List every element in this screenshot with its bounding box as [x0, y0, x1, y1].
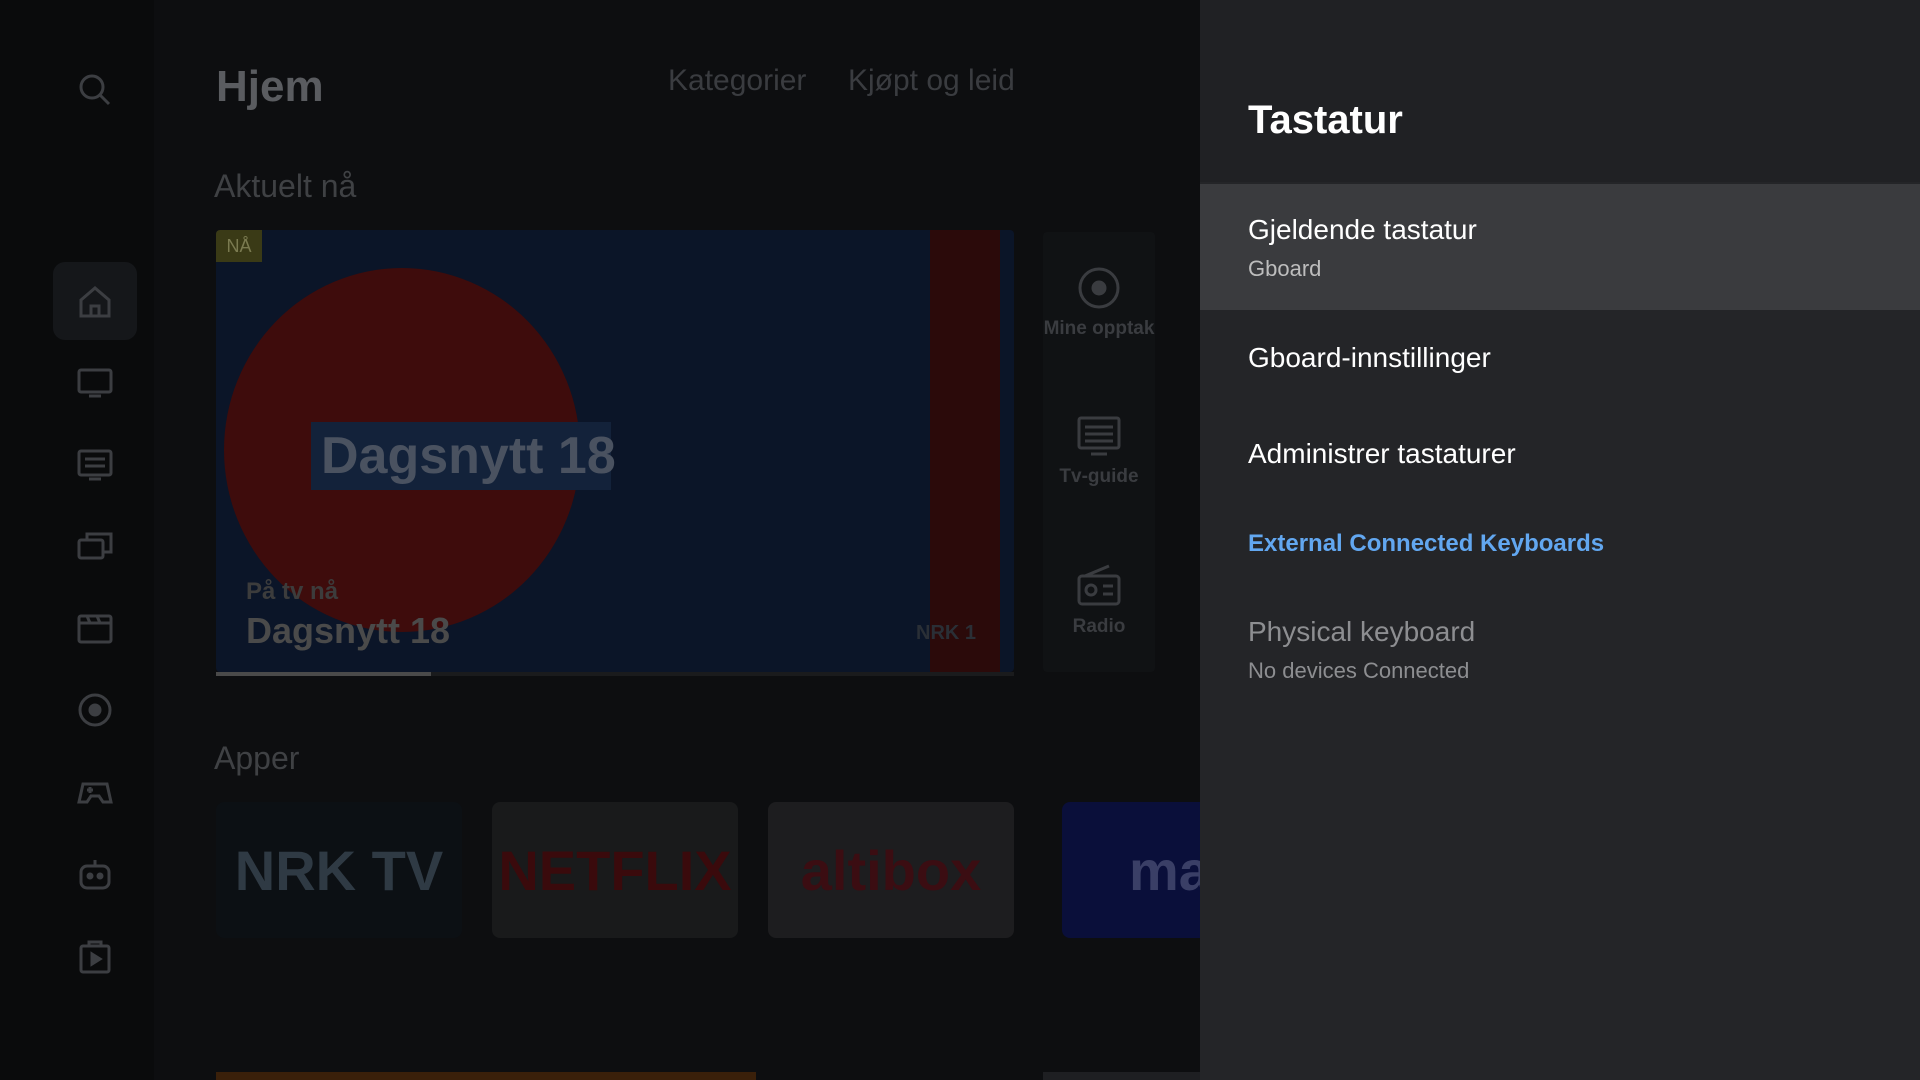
current-keyboard-value: Gboard: [1248, 256, 1322, 281]
app-logo: altibox: [800, 838, 982, 902]
hero-artwork-bar: [930, 230, 1000, 672]
hero-subtitle: På tv nå: [246, 578, 339, 605]
search-icon[interactable]: [75, 70, 115, 110]
tab-kategorier[interactable]: Kategorier: [668, 64, 806, 98]
app-tile-altibox[interactable]: altibox: [768, 802, 1014, 938]
hero-artwork-title: Dagsnytt 18: [321, 427, 616, 485]
current-keyboard-label: Gjeldende tastatur: [1248, 214, 1477, 245]
shortcut-column: Mine opptak Tv-guide Radio: [1043, 232, 1155, 672]
manage-keyboards-item[interactable]: Administrer tastaturer: [1200, 426, 1920, 486]
live-badge: NÅ: [216, 230, 262, 262]
radio-icon: [1077, 564, 1121, 606]
play-store-icon[interactable]: [75, 936, 115, 976]
app-logo: NRK TV: [234, 838, 444, 902]
shortcut-label: Radio: [1072, 616, 1126, 637]
physical-keyboard-value: No devices Connected: [1248, 658, 1470, 683]
gboard-settings-item[interactable]: Gboard-innstillinger: [1200, 330, 1920, 390]
hero-title: Dagsnytt 18: [246, 610, 451, 651]
nav-rail: [0, 0, 154, 1080]
shortcut-label: Mine opptak: [1043, 318, 1155, 339]
tv-guide-icon[interactable]: [75, 444, 115, 484]
panel-header: Tastatur: [1200, 0, 1920, 182]
gboard-settings-label: Gboard-innstillinger: [1248, 342, 1491, 373]
app-logo: NETFLIX: [498, 838, 732, 902]
current-keyboard-item[interactable]: Gjeldende tastatur Gboard: [1200, 184, 1920, 310]
recordings-icon[interactable]: [75, 690, 115, 730]
page-title: Hjem: [216, 62, 324, 111]
hero-progress-fill: [216, 672, 432, 676]
app-tile-nrk-tv[interactable]: NRK TV: [216, 802, 462, 938]
record-icon: [1078, 267, 1120, 309]
physical-keyboard-item: Physical keyboard No devices Connected: [1200, 612, 1920, 692]
section-title-aktuelt: Aktuelt nå: [214, 168, 357, 204]
shortcut-radio[interactable]: Radio: [1043, 562, 1155, 638]
physical-keyboard-label: Physical keyboard: [1248, 616, 1476, 647]
manage-keyboards-label: Administrer tastaturer: [1248, 438, 1516, 469]
channel-logo: NRK 1: [916, 622, 977, 644]
app-logo: max: [1128, 838, 1200, 902]
section-title-apper: Apper: [214, 740, 300, 776]
tv-guide-icon: [1077, 416, 1121, 456]
shortcut-label: Tv-guide: [1059, 466, 1139, 487]
library-icon[interactable]: [75, 526, 115, 566]
games-icon[interactable]: [75, 772, 115, 812]
app-tile-netflix[interactable]: NETFLIX: [492, 802, 738, 938]
home-screen-background: Hjem Kategorier Kjøpt og leid Aktuelt nå…: [0, 0, 1200, 1080]
keyboard-settings-panel: Tastatur Gjeldende tastatur Gboard Gboar…: [1200, 0, 1920, 1080]
featured-card[interactable]: Dagsnytt 18 NÅ På tv nå Dagsnytt 18 NRK …: [216, 230, 1014, 672]
external-keyboards-header: External Connected Keyboards: [1248, 530, 1605, 557]
kids-icon[interactable]: [75, 854, 115, 894]
next-row-preview: [216, 1072, 756, 1080]
shortcut-mine-opptak[interactable]: Mine opptak: [1043, 264, 1155, 340]
home-icon[interactable]: [75, 282, 115, 322]
movies-icon[interactable]: [75, 608, 115, 648]
app-tile-max[interactable]: max: [1062, 802, 1200, 938]
panel-title: Tastatur: [1248, 98, 1403, 142]
tv-icon[interactable]: [75, 362, 115, 402]
next-row-preview: [1043, 1072, 1200, 1080]
shortcut-tv-guide[interactable]: Tv-guide: [1043, 412, 1155, 488]
hero-progress-track: [216, 672, 1014, 676]
tab-kjopt-og-leid[interactable]: Kjøpt og leid: [848, 64, 1015, 98]
